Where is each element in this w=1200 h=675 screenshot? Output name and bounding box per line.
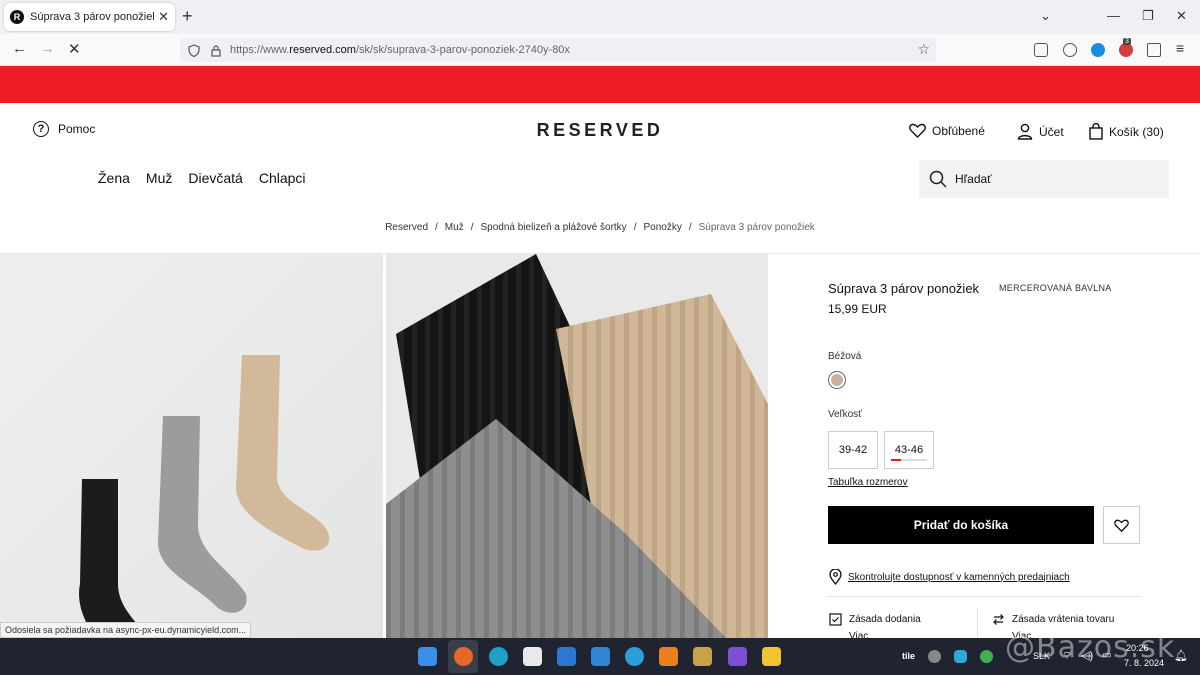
location-pin-icon — [829, 569, 842, 585]
color-label: Béžová — [828, 351, 862, 362]
product-image-2[interactable] — [386, 254, 768, 638]
address-bar[interactable]: https://www.reserved.com/sk/sk/suprava-3… — [180, 38, 936, 62]
user-icon — [1017, 123, 1033, 140]
nav-item-chlapci[interactable]: Chlapci — [259, 170, 306, 186]
menu-hamburger-icon[interactable]: ≡ — [1176, 40, 1184, 56]
tab-close-icon[interactable]: ✕ — [158, 9, 169, 25]
size-option-label: 39-42 — [838, 444, 868, 456]
extensions-puzzle-icon[interactable] — [1147, 43, 1161, 57]
vlc-icon[interactable] — [659, 647, 678, 666]
skype-icon[interactable] — [928, 650, 941, 663]
divider — [828, 596, 1140, 597]
shopping-bag-icon — [1089, 123, 1103, 140]
search-icon — [929, 170, 947, 188]
size-label: Veľkosť — [828, 409, 862, 420]
extension-shield-icon[interactable] — [1091, 43, 1105, 57]
nav-item-muz[interactable]: Muž — [146, 170, 172, 186]
tray-status-icon[interactable] — [980, 650, 993, 663]
size-option-39-42[interactable]: 39-42 — [828, 431, 878, 469]
product-price: 15,99 EUR — [828, 302, 887, 316]
search-placeholder: Hľadať — [955, 172, 992, 186]
breadcrumb-item[interactable]: Muž — [445, 222, 464, 233]
browser-app-icon[interactable] — [625, 647, 644, 666]
socks-closeup-image — [386, 254, 768, 638]
delivery-policy-title: Zásada dodania — [849, 614, 921, 625]
favorites-label: Obľúbené — [932, 123, 985, 138]
file-explorer-icon[interactable] — [762, 647, 781, 666]
bookmark-star-icon[interactable]: ☆ — [917, 41, 930, 58]
returns-policy-title: Zásada vrátenia tovaru — [1012, 614, 1115, 625]
divider — [977, 608, 978, 638]
product-material: MERCEROVANÁ BAVLNA — [999, 283, 1112, 293]
windows-start-icon[interactable] — [418, 647, 437, 666]
close-window-icon[interactable]: ✕ — [1176, 8, 1187, 24]
shield-icon[interactable] — [188, 43, 200, 57]
tab-title: Súprava 3 párov ponožiek Farba — [30, 11, 155, 23]
breadcrumb-item[interactable]: Spodná bielizeň a plážové šortky — [480, 222, 626, 233]
breadcrumb-item[interactable]: Ponožky — [643, 222, 681, 233]
add-to-cart-button[interactable]: Pridať do košíka — [828, 506, 1094, 544]
favorites-link[interactable]: Obľúbené — [909, 123, 985, 138]
breadcrumb-item[interactable]: Reserved — [385, 222, 428, 233]
breadcrumb: Reserved / Muž / Spodná bielizeň a plážové š… — [385, 222, 815, 233]
new-tab-button[interactable]: + — [182, 6, 193, 27]
breadcrumb-current: Súprava 3 párov ponožiek — [698, 222, 815, 233]
heart-icon — [1114, 519, 1129, 532]
security-shield-icon[interactable] — [954, 650, 967, 663]
account-link[interactable]: Účet — [1017, 123, 1064, 140]
swatch-fill — [831, 374, 843, 386]
tools-app-icon[interactable] — [693, 647, 712, 666]
browser-nav-bar: ← → ✕ https://www.reserved.com/sk/sk/sup… — [0, 34, 1200, 66]
lock-icon[interactable] — [210, 44, 222, 57]
store-availability-link[interactable]: Skontrolujte dostupnosť v kamenných pred… — [829, 569, 1070, 585]
cart-link[interactable]: Košík (30) — [1089, 123, 1164, 140]
return-arrows-icon — [993, 614, 1004, 625]
store-availability-label: Skontrolujte dostupnosť v kamenných pred… — [848, 571, 1070, 583]
promo-banner[interactable] — [0, 66, 1200, 103]
forward-arrow-icon[interactable]: → — [40, 40, 55, 57]
search-input[interactable]: Hľadať — [919, 160, 1169, 198]
delivery-box-icon — [829, 613, 842, 626]
size-table-link[interactable]: Tabuľka rozmerov — [828, 477, 908, 488]
bazos-watermark: @Bazos.sk — [1005, 630, 1176, 665]
socks-standing-image — [79, 355, 330, 638]
back-arrow-icon[interactable]: ← — [12, 40, 27, 57]
low-stock-indicator — [891, 459, 927, 461]
browser-status-bar: Odosiela sa požiadavka na async-px-eu.dy… — [0, 622, 252, 638]
extension-badge-count: 3 — [1123, 38, 1131, 45]
browser-tab[interactable]: R Súprava 3 párov ponožiek Farba ✕ — [4, 3, 175, 31]
tab-list-chevron-icon[interactable]: ⌄ — [1040, 8, 1051, 24]
firefox-icon[interactable] — [454, 647, 473, 666]
cart-label: Košík (30) — [1109, 124, 1164, 139]
extension-badge-icon[interactable]: 3 — [1119, 38, 1133, 57]
heart-icon — [909, 123, 926, 138]
store-icon[interactable] — [523, 647, 542, 666]
mail-icon[interactable] — [591, 647, 610, 666]
size-option-43-46[interactable]: 43-46 — [884, 431, 934, 469]
color-swatch-beige[interactable] — [828, 371, 846, 389]
meet-app-icon[interactable] — [557, 647, 576, 666]
minimize-window-icon[interactable]: — — [1107, 8, 1120, 23]
restore-window-icon[interactable]: ❐ — [1142, 8, 1154, 24]
edge-icon[interactable] — [489, 647, 508, 666]
main-navigation: Žena Muž Dievčatá Chlapci — [98, 170, 306, 186]
account-circle-icon[interactable] — [1063, 43, 1077, 57]
pocket-icon[interactable] — [1034, 43, 1048, 57]
notification-bell-icon[interactable]: 🔔︎ — [1174, 649, 1188, 662]
add-to-favorites-button[interactable] — [1103, 506, 1140, 544]
account-label: Účet — [1039, 124, 1064, 139]
url-text: https://www.reserved.com/sk/sk/suprava-3… — [230, 44, 570, 56]
notes-app-icon[interactable] — [728, 647, 747, 666]
reserved-favicon-icon: R — [10, 10, 24, 24]
nav-item-dievcata[interactable]: Dievčatá — [188, 170, 242, 186]
size-option-label: 43-46 — [894, 444, 924, 456]
browser-tab-bar: R Súprava 3 párov ponožiek Farba ✕ + ⌄ —… — [0, 0, 1200, 34]
product-title: Súprava 3 párov ponožiek — [828, 281, 980, 296]
product-image-1[interactable] — [0, 254, 383, 638]
stop-loading-icon[interactable]: ✕ — [68, 40, 81, 58]
tray-app-label[interactable]: tile — [902, 651, 915, 661]
nav-item-zena[interactable]: Žena — [98, 170, 130, 186]
